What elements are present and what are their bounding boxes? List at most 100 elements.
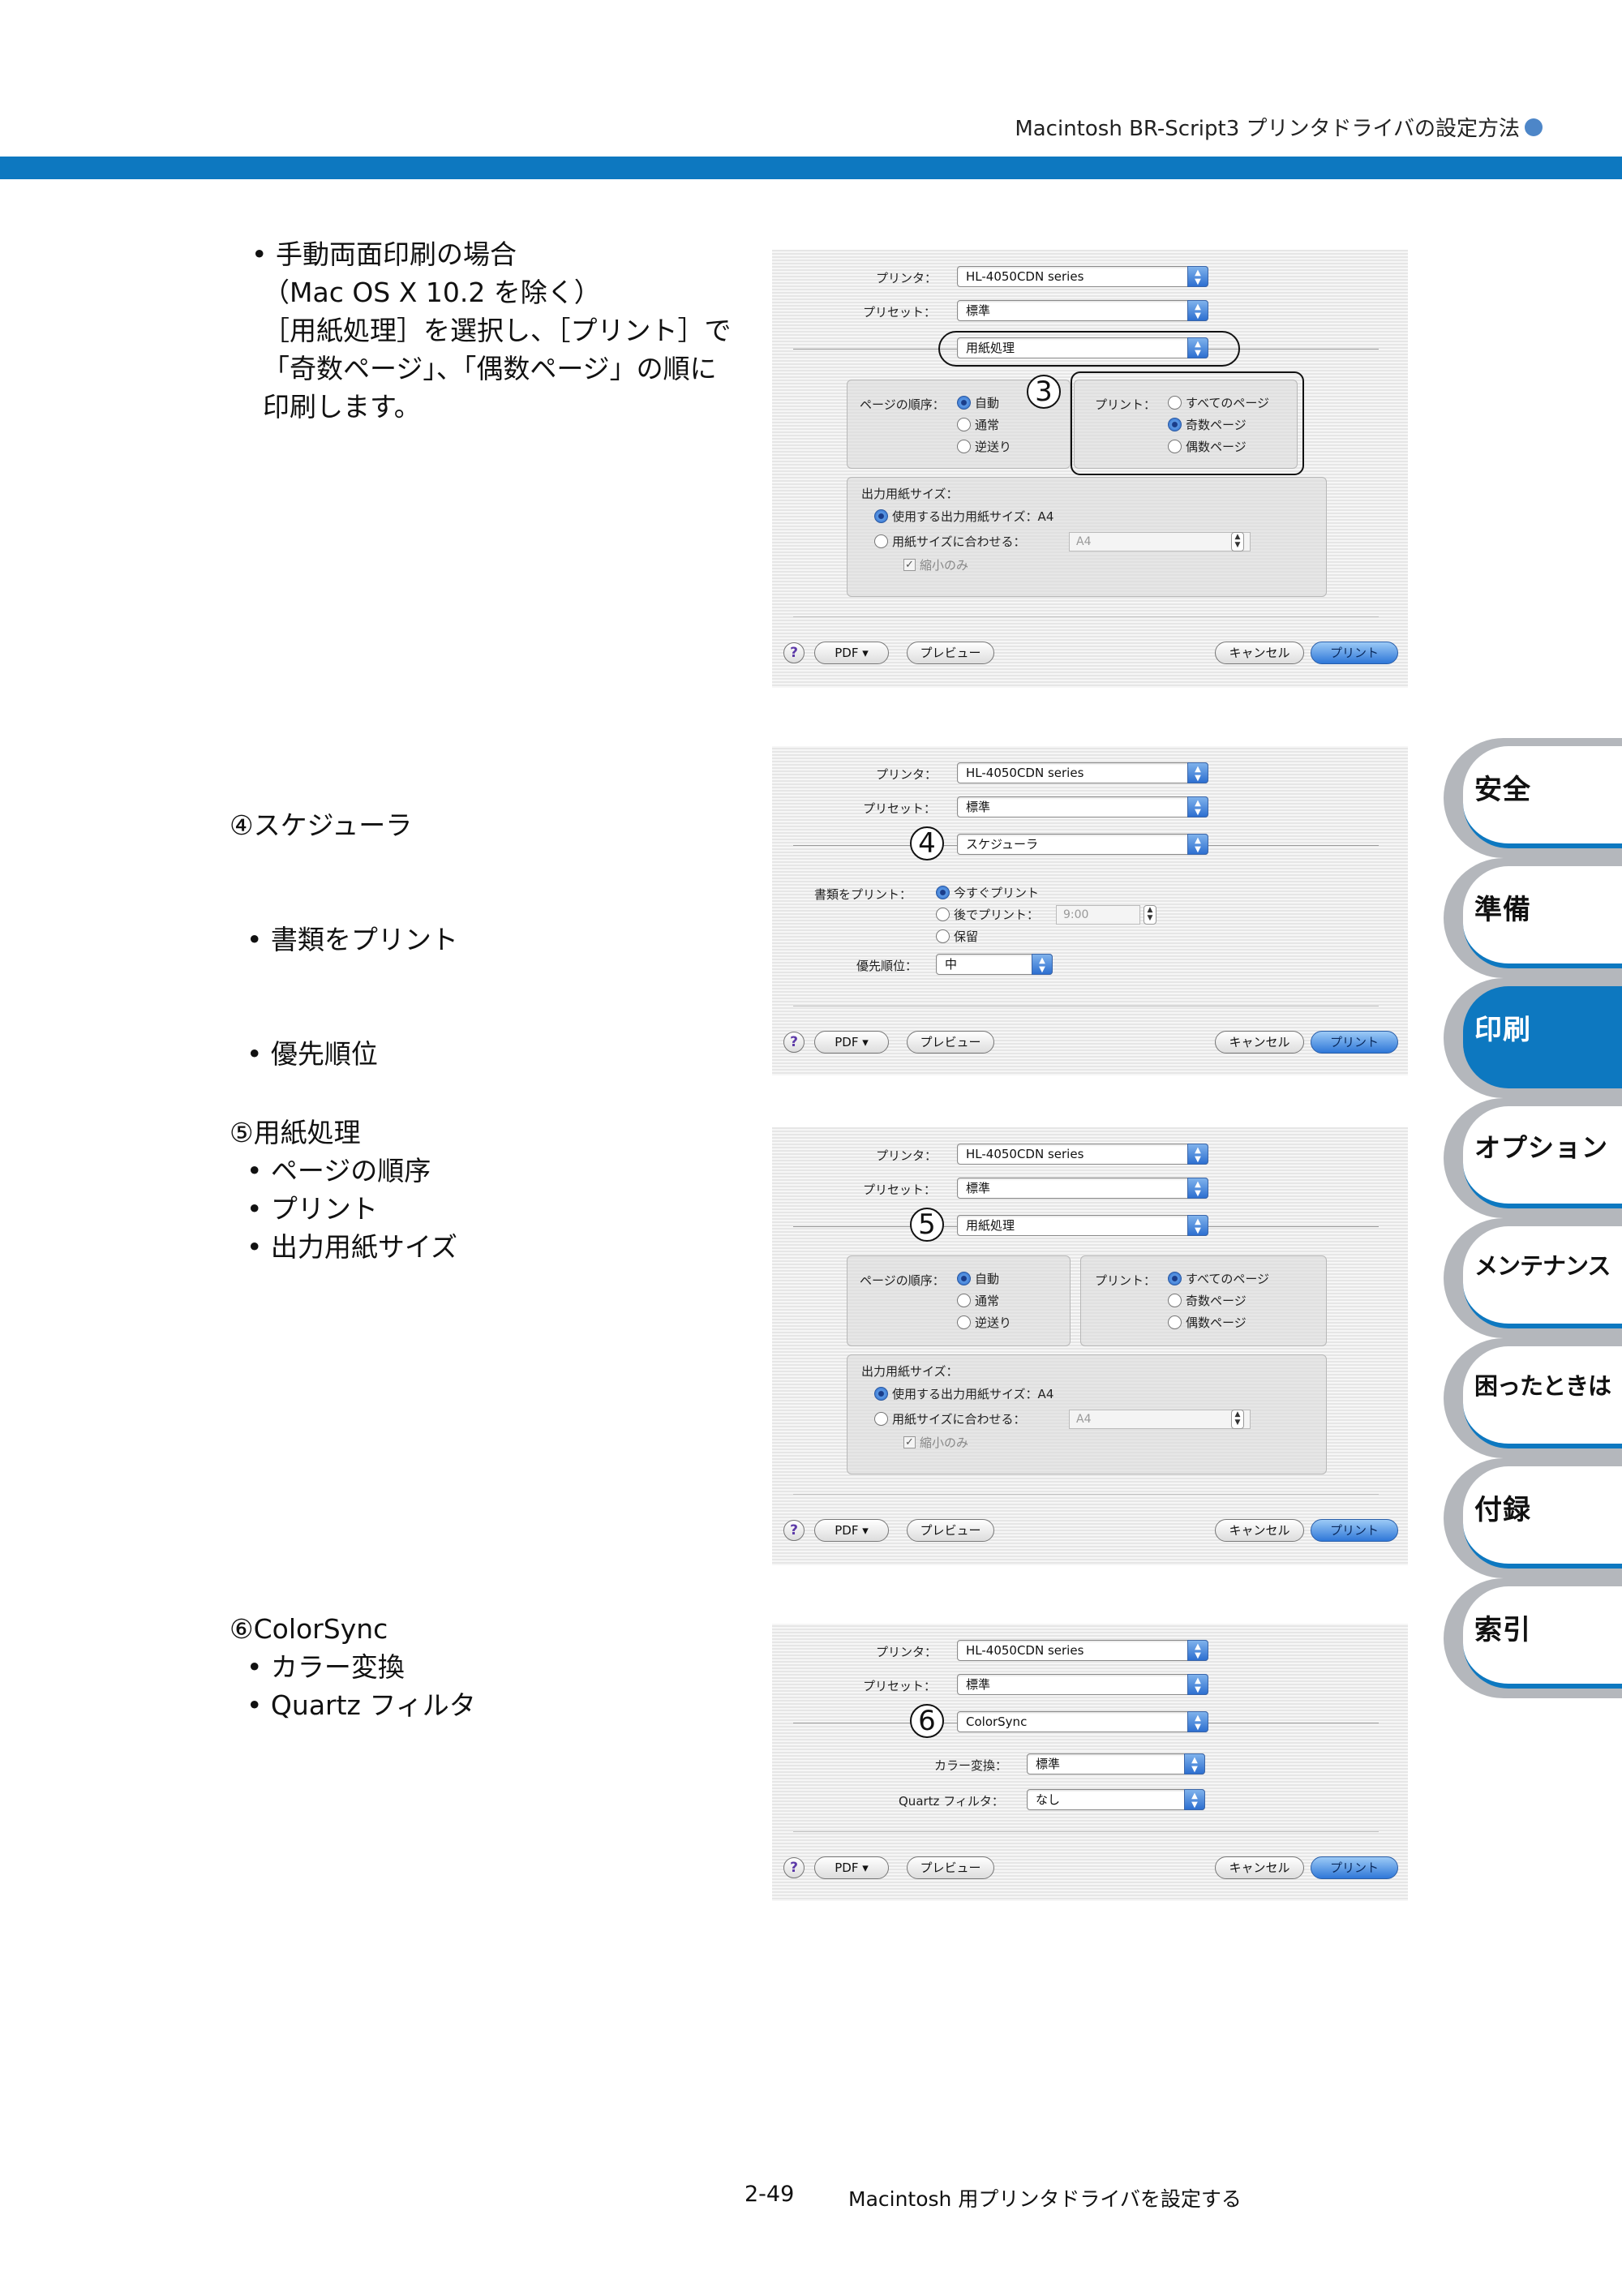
separator [793, 1831, 1379, 1832]
page-order-normal-radio[interactable]: 通常 [957, 1292, 999, 1309]
stepper-icon[interactable]: ▲ ▼ [1231, 532, 1244, 551]
hold-radio[interactable]: 保留 [936, 928, 978, 945]
preview-button[interactable]: プレビュー [907, 1856, 994, 1879]
printer-popup[interactable]: HL-4050CDN series ▲ ▼ [957, 1144, 1208, 1165]
print-even-radio[interactable]: 偶数ページ [1168, 1314, 1247, 1331]
side-tab-options[interactable]: オプション [1444, 1098, 1622, 1218]
panel-popup[interactable]: 用紙処理 ▲ ▼ [957, 337, 1208, 358]
page-order-reverse-radio[interactable]: 逆送り [957, 1314, 1011, 1331]
pdf-button[interactable]: PDF ▾ [814, 1031, 889, 1054]
panel-popup[interactable]: 用紙処理 ▲ ▼ [957, 1215, 1208, 1236]
panel-popup[interactable]: スケジューラ ▲ ▼ [957, 834, 1208, 855]
print-button[interactable]: プリント [1311, 642, 1398, 664]
print-later-radio[interactable]: 後でプリント： [936, 906, 1039, 923]
preset-label: プリセット： [863, 1679, 937, 1693]
printer-popup[interactable]: HL-4050CDN series ▲ ▼ [957, 266, 1208, 287]
shrink-only-checkbox[interactable]: ✓ 縮小のみ [903, 1434, 968, 1451]
output-use-radio[interactable]: 使用する出力用紙サイズ：A4 [874, 508, 1053, 525]
print-dialog-colorsync: プリンタ： HL-4050CDN series ▲ ▼ プリセット： 標準 ▲ ▼ 6 … [772, 1624, 1408, 1901]
side-tab-appendix[interactable]: 付録 [1444, 1458, 1622, 1578]
section-line: • プリント [230, 1193, 378, 1225]
preset-label: プリセット： [863, 1182, 937, 1197]
preset-value: 標準 [966, 1181, 991, 1195]
side-tab-printing[interactable]: 印刷 [1444, 978, 1622, 1098]
print-all-radio[interactable]: すべてのページ [1168, 394, 1269, 411]
side-tab-troubleshooting[interactable]: 困ったときは [1444, 1338, 1622, 1458]
radio-label: 使用する出力用紙サイズ：A4 [892, 509, 1054, 524]
time-field[interactable]: 9:00 [1056, 905, 1140, 925]
help-button[interactable]: ? [783, 1032, 805, 1053]
cancel-button[interactable]: キャンセル [1215, 1856, 1304, 1879]
header-title: Macintosh BR-Script3 プリンタドライバの設定方法 [1015, 117, 1520, 141]
side-tab-preparation[interactable]: 準備 [1444, 858, 1622, 978]
priority-popup[interactable]: 中 ▲ ▼ [936, 954, 1053, 975]
print-dialog-paper-handling-2: プリンタ： HL-4050CDN series ▲ ▼ プリセット： 標準 ▲ ▼ 5 … [772, 1127, 1408, 1565]
preset-popup[interactable]: 標準 ▲ ▼ [957, 300, 1208, 321]
output-fit-radio[interactable]: 用紙サイズに合わせる： [874, 533, 1026, 550]
color-conversion-label: カラー変換： [934, 1758, 1008, 1773]
radio-label: 自動 [975, 1272, 1000, 1286]
quartz-filter-label: Quartz フィルタ： [899, 1794, 1004, 1809]
quartz-filter-popup[interactable]: なし ▲ ▼ [1027, 1789, 1205, 1810]
printer-popup[interactable]: HL-4050CDN series ▲ ▼ [957, 762, 1208, 783]
page-order-auto-radio[interactable]: 自動 [957, 394, 999, 411]
preset-popup[interactable]: 標準 ▲ ▼ [957, 1178, 1208, 1199]
stepper-icon[interactable]: ▲ ▼ [1144, 905, 1156, 925]
cancel-button[interactable]: キャンセル [1215, 642, 1304, 664]
radio-selected-icon [957, 1272, 971, 1285]
printer-popup[interactable]: HL-4050CDN series ▲ ▼ [957, 1640, 1208, 1661]
shrink-only-checkbox[interactable]: ✓ 縮小のみ [903, 556, 968, 573]
print-odd-radio[interactable]: 奇数ページ [1168, 1292, 1247, 1309]
radio-selected-icon [874, 509, 888, 523]
cancel-button[interactable]: キャンセル [1215, 1519, 1304, 1542]
page-number: 2-49 [744, 2182, 795, 2207]
preview-button[interactable]: プレビュー [907, 1031, 994, 1054]
help-button[interactable]: ? [783, 1520, 805, 1541]
output-use-radio[interactable]: 使用する出力用紙サイズ：A4 [874, 1385, 1053, 1402]
checkbox-label: 縮小のみ [920, 558, 969, 573]
popup-arrows-icon: ▲ ▼ [1184, 1789, 1205, 1810]
separator [793, 616, 1379, 617]
print-button[interactable]: プリント [1311, 1519, 1398, 1542]
output-fit-radio[interactable]: 用紙サイズに合わせる： [874, 1410, 1026, 1427]
preset-value: 標準 [966, 303, 991, 318]
popup-arrows-icon: ▲ ▼ [1187, 266, 1208, 287]
preset-popup[interactable]: 標準 ▲ ▼ [957, 796, 1208, 818]
print-even-radio[interactable]: 偶数ページ [1168, 438, 1247, 455]
color-conversion-popup[interactable]: 標準 ▲ ▼ [1027, 1753, 1205, 1775]
radio-label: 用紙サイズに合わせる： [892, 534, 1026, 549]
fit-size-value: A4 [1076, 1413, 1092, 1426]
section-4-text: ⑥ColorSync • カラー変換 • Quartz フィルタ [230, 1610, 476, 1724]
print-now-radio[interactable]: 今すぐプリント [936, 884, 1039, 901]
stepper-icon[interactable]: ▲ ▼ [1231, 1410, 1244, 1429]
tab-label: 付録 [1474, 1494, 1531, 1526]
page-order-normal-radio[interactable]: 通常 [957, 416, 999, 433]
page-order-label: ページの順序： [860, 1273, 945, 1288]
checkbox-label: 縮小のみ [920, 1436, 969, 1450]
side-tab-index[interactable]: 索引 [1444, 1578, 1622, 1698]
pdf-button[interactable]: PDF ▾ [814, 642, 889, 664]
preset-value: 標準 [966, 800, 991, 814]
print-odd-radio[interactable]: 奇数ページ [1168, 416, 1247, 433]
print-button[interactable]: プリント [1311, 1031, 1398, 1054]
preview-button[interactable]: プレビュー [907, 642, 994, 664]
print-all-radio[interactable]: すべてのページ [1168, 1270, 1269, 1287]
panel-popup[interactable]: ColorSync ▲ ▼ [957, 1711, 1208, 1732]
cancel-button[interactable]: キャンセル [1215, 1031, 1304, 1054]
page-order-reverse-radio[interactable]: 逆送り [957, 438, 1011, 455]
panel-value: 用紙処理 [966, 341, 1015, 355]
pdf-button[interactable]: PDF ▾ [814, 1519, 889, 1542]
preset-popup[interactable]: 標準 ▲ ▼ [957, 1674, 1208, 1695]
help-button[interactable]: ? [783, 642, 805, 663]
side-tab-maintenance[interactable]: メンテナンス [1444, 1218, 1622, 1338]
printer-label: プリンタ： [876, 767, 938, 782]
page-order-auto-radio[interactable]: 自動 [957, 1270, 999, 1287]
help-button[interactable]: ? [783, 1857, 805, 1878]
pdf-button[interactable]: PDF ▾ [814, 1856, 889, 1879]
preview-button[interactable]: プレビュー [907, 1519, 994, 1542]
fit-size-field[interactable]: A4 [1069, 1410, 1251, 1429]
print-button[interactable]: プリント [1311, 1856, 1398, 1879]
print-dialog-scheduler: プリンタ： HL-4050CDN series ▲ ▼ プリセット： 標準 ▲ ▼ 4 … [772, 746, 1408, 1075]
fit-size-field[interactable]: A4 [1069, 532, 1251, 551]
side-tab-safety[interactable]: 安全 [1444, 738, 1622, 858]
